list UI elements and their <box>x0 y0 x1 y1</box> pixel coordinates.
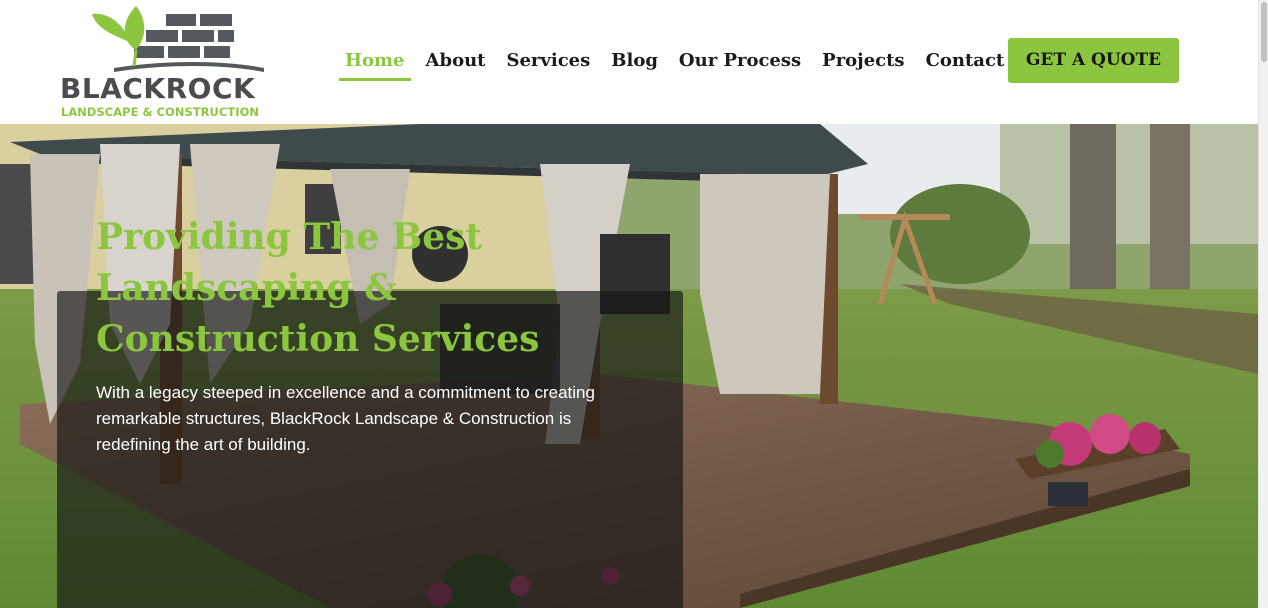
nav-home[interactable]: Home <box>339 44 411 81</box>
nav-our-process[interactable]: Our Process <box>673 44 807 78</box>
nav-blog[interactable]: Blog <box>605 44 664 78</box>
hero-description: With a legacy steeped in excellence and … <box>96 383 595 454</box>
main-nav: Home About Services Blog Our Process Pro… <box>339 44 1019 81</box>
hero-heading: Providing The Best Landscaping & Constru… <box>96 216 540 360</box>
page-scrollbar[interactable] <box>1258 0 1268 608</box>
site-logo[interactable]: BLACKROCK LANDSCAPE & CONSTRUCTION <box>58 2 284 122</box>
nav-about[interactable]: About <box>420 44 492 78</box>
get-a-quote-button[interactable]: GET A QUOTE <box>1008 38 1179 83</box>
nav-projects[interactable]: Projects <box>816 44 910 78</box>
logo-wordmark: BLACKROCK <box>60 72 256 105</box>
leaf-and-brick-wall-icon <box>92 6 264 72</box>
scrollbar-thumb[interactable] <box>1261 2 1267 62</box>
nav-contact[interactable]: Contact <box>920 44 1011 78</box>
logo-tagline: LANDSCAPE & CONSTRUCTION <box>61 105 259 119</box>
hero-section <box>0 124 1258 608</box>
site-header: BLACKROCK LANDSCAPE & CONSTRUCTION Home … <box>0 0 1258 124</box>
nav-services[interactable]: Services <box>500 44 596 78</box>
